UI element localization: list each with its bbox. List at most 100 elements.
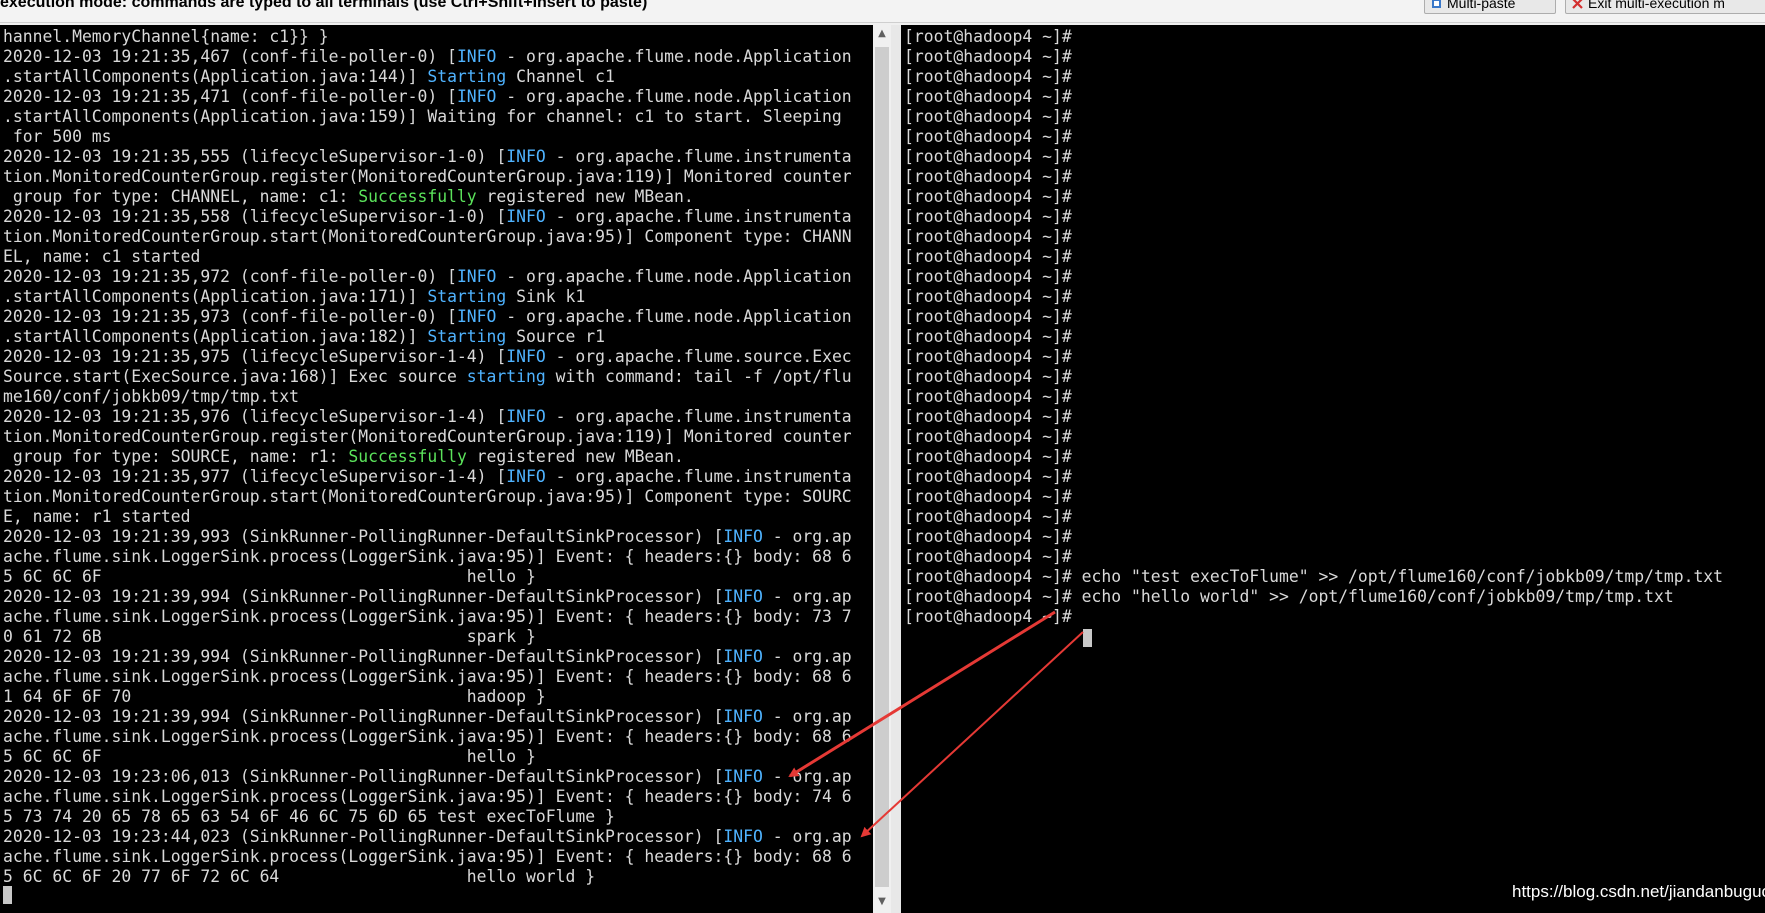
log-line: tion.MonitoredCounterGroup.register(Moni… (3, 167, 852, 187)
line-text: 5 6C 6C 6F 20 77 6F 72 6C 64 hello world… (3, 867, 596, 886)
line-text: - org.ap (762, 587, 852, 606)
log-level-info: INFO (456, 307, 497, 326)
starting-text: starting (466, 367, 546, 386)
line-text: .startAllComponents(Application.java:182… (3, 327, 428, 346)
shell-line: [root@hadoop4 ~]# echo "test execToFlume… (904, 567, 1723, 587)
right-terminal-output: [root@hadoop4 ~]# [root@hadoop4 ~]# [root@… (904, 27, 1723, 627)
right-terminal[interactable]: [root@hadoop4 ~]# [root@hadoop4 ~]# [root@… (901, 25, 1765, 913)
exit-multi-execution-label: Exit multi-execution m (1588, 0, 1725, 11)
line-text: [root@hadoop4 ~]# (904, 47, 1072, 66)
starting-text: Starting (427, 67, 507, 86)
log-line: me160/conf/jobkb09/tmp/tmp.txt (3, 387, 852, 407)
left-terminal-scrollbar[interactable]: ▲ ▼ (873, 25, 891, 913)
shell-line: [root@hadoop4 ~]# echo "hello world" >> … (904, 587, 1723, 607)
shell-line: [root@hadoop4 ~]# (904, 227, 1723, 247)
line-text: 2020-12-03 19:23:44,023 (SinkRunner-Poll… (3, 827, 724, 846)
log-level-info: INFO (456, 267, 497, 286)
log-line: 2020-12-03 19:23:44,023 (SinkRunner-Poll… (3, 827, 852, 847)
shell-line: [root@hadoop4 ~]# (904, 367, 1723, 387)
line-text: - org.ap (762, 827, 852, 846)
starting-text: Starting (427, 327, 507, 346)
line-text: [root@hadoop4 ~]# (904, 247, 1072, 266)
watermark: https://blog.csdn.net/jiandanbuguo (1512, 882, 1765, 901)
pane-divider[interactable] (891, 25, 901, 913)
log-line: .startAllComponents(Application.java:182… (3, 327, 852, 347)
line-text: 2020-12-03 19:21:39,994 (SinkRunner-Poll… (3, 647, 724, 666)
toolbar: execution mode: commands are typed to al… (0, 0, 1765, 23)
line-text: 1 64 6F 6F 70 hadoop } (3, 687, 546, 706)
line-text: tion.MonitoredCounterGroup.register(Moni… (3, 167, 852, 186)
log-line: 2020-12-03 19:21:35,471 (conf-file-polle… (3, 87, 852, 107)
line-text: [root@hadoop4 ~]# (904, 67, 1072, 86)
line-text: tion.MonitoredCounterGroup.register(Moni… (3, 427, 852, 446)
line-text: Sink k1 (506, 287, 586, 306)
line-text: ache.flume.sink.LoggerSink.process(Logge… (3, 667, 852, 686)
shell-line: [root@hadoop4 ~]# (904, 87, 1723, 107)
log-line: group for type: CHANNEL, name: c1: Succe… (3, 187, 852, 207)
shell-line: [root@hadoop4 ~]# (904, 447, 1723, 467)
log-line: tion.MonitoredCounterGroup.start(Monitor… (3, 487, 852, 507)
log-line: for 500 ms (3, 127, 852, 147)
line-text: 5 6C 6C 6F hello } (3, 747, 536, 766)
line-text: tion.MonitoredCounterGroup.start(Monitor… (3, 227, 852, 246)
multi-paste-label: Multi-paste (1447, 0, 1516, 11)
log-line: 5 6C 6C 6F hello } (3, 567, 852, 587)
log-line: ache.flume.sink.LoggerSink.process(Logge… (3, 727, 852, 747)
line-text: 2020-12-03 19:21:39,994 (SinkRunner-Poll… (3, 587, 724, 606)
log-line: 2020-12-03 19:21:39,994 (SinkRunner-Poll… (3, 707, 852, 727)
line-text: [root@hadoop4 ~]# (904, 487, 1072, 506)
log-level-info: INFO (506, 207, 546, 226)
line-text: 5 6C 6C 6F hello } (3, 567, 536, 586)
line-text: [root@hadoop4 ~]# (904, 287, 1072, 306)
line-text: [root@hadoop4 ~]# (904, 227, 1072, 246)
log-line: 2020-12-03 19:21:35,555 (lifecycleSuperv… (3, 147, 852, 167)
shell-line: [root@hadoop4 ~]# (904, 387, 1723, 407)
paste-icon (1431, 0, 1442, 8)
line-text: 2020-12-03 19:21:35,973 (conf-file-polle… (3, 307, 457, 326)
line-text: [root@hadoop4 ~]# (904, 107, 1072, 126)
line-text: - org.apache.flume.node.Application (496, 87, 852, 106)
log-line: ache.flume.sink.LoggerSink.process(Logge… (3, 607, 852, 627)
log-line: 5 73 74 20 65 78 65 63 54 6F 46 6C 75 6D… (3, 807, 852, 827)
line-text: group for type: CHANNEL, name: c1: (3, 187, 359, 206)
log-line: 2020-12-03 19:21:39,994 (SinkRunner-Poll… (3, 647, 852, 667)
scroll-up-icon[interactable]: ▲ (873, 27, 891, 41)
log-line: 2020-12-03 19:23:06,013 (SinkRunner-Poll… (3, 767, 852, 787)
line-text: [root@hadoop4 ~]# (904, 267, 1072, 286)
line-text: [root@hadoop4 ~]# (904, 507, 1072, 526)
line-text: Source.start(ExecSource.java:168)] Exec … (3, 367, 467, 386)
line-text: [root@hadoop4 ~]# (904, 367, 1072, 386)
shell-line: [root@hadoop4 ~]# (904, 107, 1723, 127)
line-text: E, name: r1 started (3, 507, 191, 526)
scrollbar-thumb[interactable] (875, 47, 889, 887)
exit-multi-execution-button[interactable]: Exit multi-execution m (1565, 0, 1765, 14)
line-text: [root@hadoop4 ~]# (904, 207, 1072, 226)
line-text: - org.ap (762, 767, 852, 786)
log-level-info: INFO (506, 347, 546, 366)
shell-line: [root@hadoop4 ~]# (904, 467, 1723, 487)
line-text: [root@hadoop4 ~]# (904, 187, 1072, 206)
line-text: - org.apache.flume.instrumenta (545, 207, 852, 226)
multi-paste-button[interactable]: Multi-paste (1424, 0, 1556, 14)
left-terminal[interactable]: hannel.MemoryChannel{name: c1}} } 2020-12… (0, 25, 873, 913)
line-text: tion.MonitoredCounterGroup.start(Monitor… (3, 487, 852, 506)
scroll-down-icon[interactable]: ▼ (873, 895, 891, 909)
line-text: [root@hadoop4 ~]# (904, 307, 1072, 326)
shell-line: [root@hadoop4 ~]# (904, 287, 1723, 307)
log-line: .startAllComponents(Application.java:171… (3, 287, 852, 307)
log-line: 2020-12-03 19:21:35,976 (lifecycleSuperv… (3, 407, 852, 427)
log-line: ache.flume.sink.LoggerSink.process(Logge… (3, 667, 852, 687)
log-level-info: INFO (723, 827, 763, 846)
line-text: 2020-12-03 19:21:35,975 (lifecycleSuperv… (3, 347, 507, 366)
log-level-info: INFO (723, 527, 763, 546)
line-text: ache.flume.sink.LoggerSink.process(Logge… (3, 547, 852, 566)
line-text: - org.ap (762, 527, 852, 546)
line-text: - org.apache.flume.node.Application (496, 307, 852, 326)
line-text: [root@hadoop4 ~]# (904, 547, 1072, 566)
log-line: hannel.MemoryChannel{name: c1}} } (3, 27, 852, 47)
shell-line: [root@hadoop4 ~]# (904, 507, 1723, 527)
line-text: for 500 ms (3, 127, 112, 146)
success-text: Successfully (358, 187, 477, 206)
close-icon (1572, 0, 1583, 9)
line-text: [root@hadoop4 ~]# (904, 327, 1072, 346)
